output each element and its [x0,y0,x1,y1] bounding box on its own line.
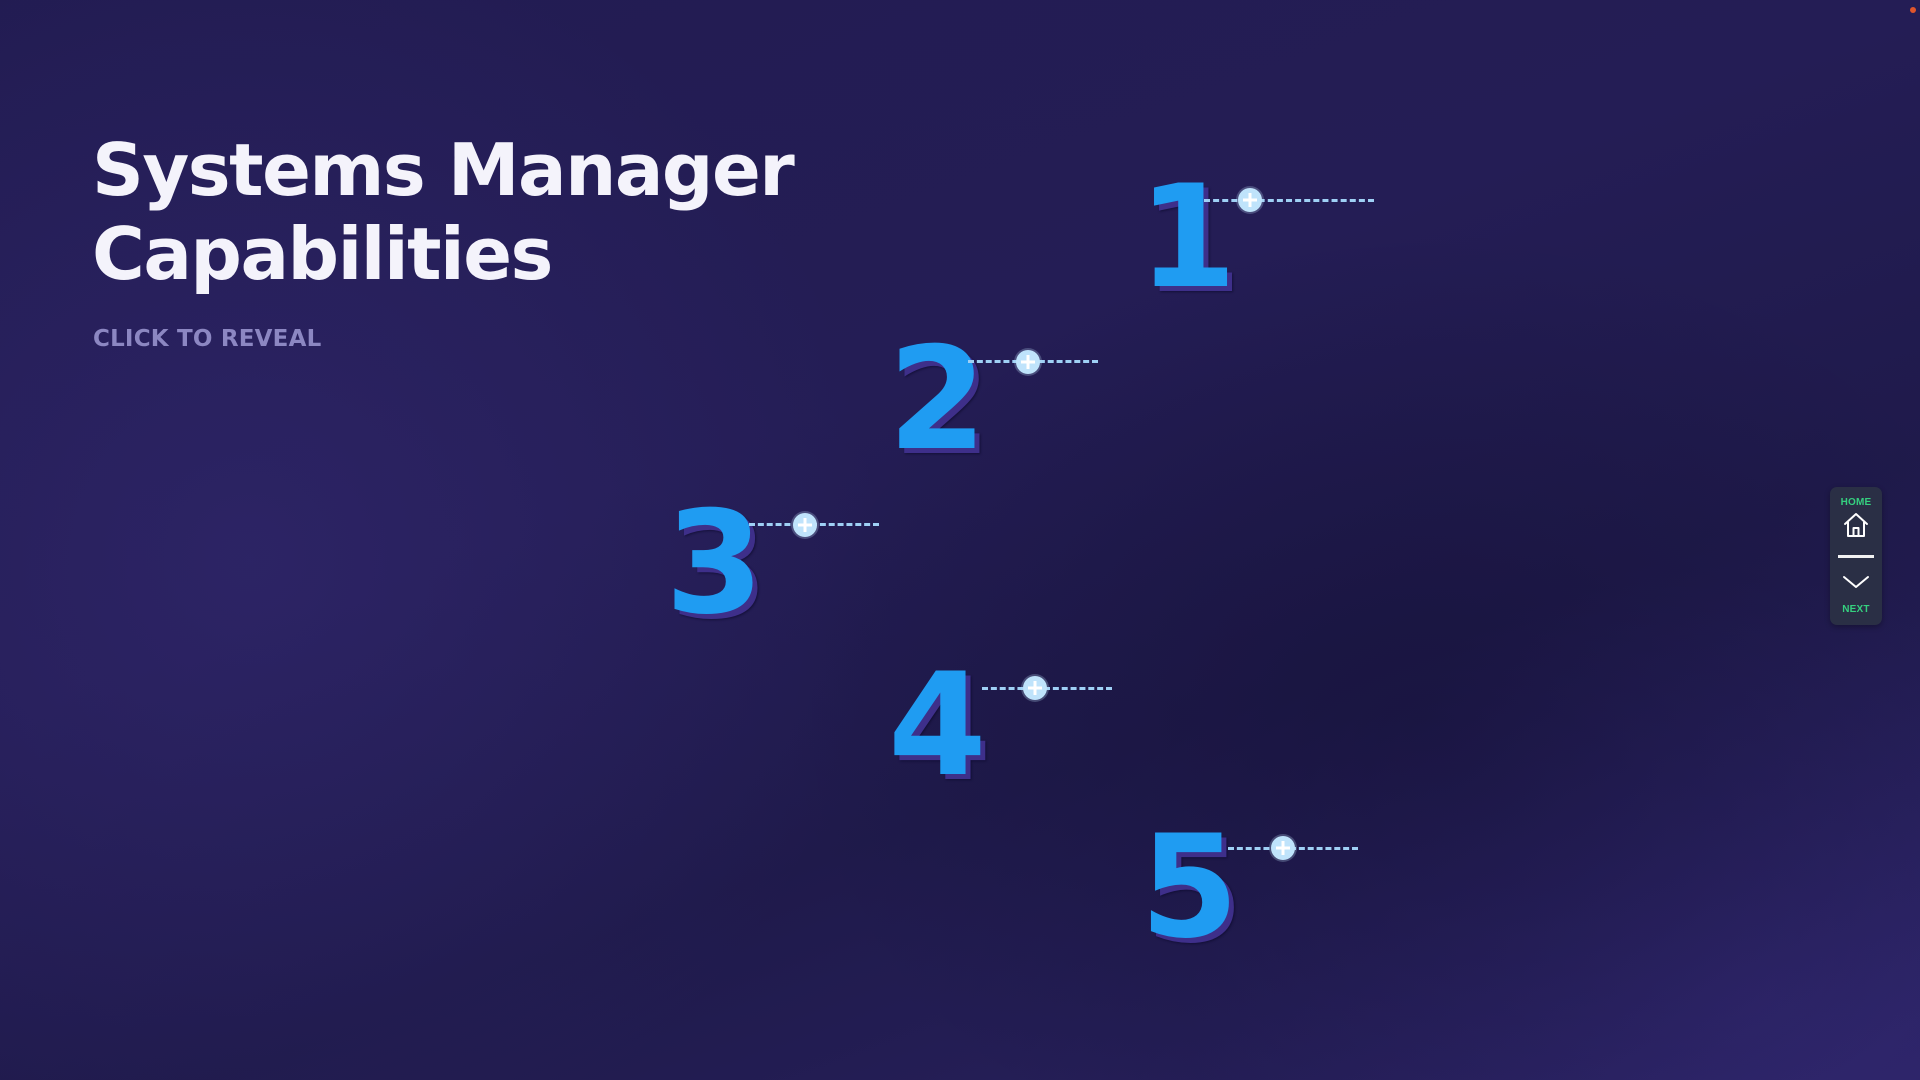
slide-title: Systems Manager Capabilities [92,128,795,296]
reveal-plus-icon-5[interactable] [1271,836,1295,860]
connector-line [1204,199,1374,202]
capability-item-5[interactable]: 5 [1140,805,1358,970]
reveal-plus-icon-1[interactable] [1238,188,1262,212]
slide-navigation: HOME NEXT [1830,487,1882,625]
capability-number-5: 5 [1140,805,1239,970]
next-button[interactable] [1841,567,1871,599]
reveal-plus-icon-3[interactable] [793,513,817,537]
chevron-down-icon [1843,576,1869,588]
next-label[interactable]: NEXT [1830,604,1882,615]
capability-number-1: 1 [1138,155,1237,320]
capability-item-2[interactable]: 2 [888,317,1098,482]
reveal-plus-icon-4[interactable] [1023,676,1047,700]
home-icon [1844,513,1868,537]
reveal-plus-icon-2[interactable] [1016,350,1040,374]
nav-divider [1838,555,1874,558]
home-label[interactable]: HOME [1830,497,1882,508]
status-dot [1910,7,1916,13]
click-to-reveal-label: CLICK TO REVEAL [93,326,322,352]
home-button[interactable] [1841,510,1871,540]
slide-title-line1: Systems Manager [92,128,795,212]
capability-number-3: 3 [665,481,764,646]
capability-item-3[interactable]: 3 [665,481,879,646]
slide-title-line2: Capabilities [92,212,553,296]
capability-number-2: 2 [888,317,987,482]
capability-number-4: 4 [888,643,987,808]
capability-item-1[interactable]: 1 [1138,155,1374,320]
connector-line [982,687,1112,690]
